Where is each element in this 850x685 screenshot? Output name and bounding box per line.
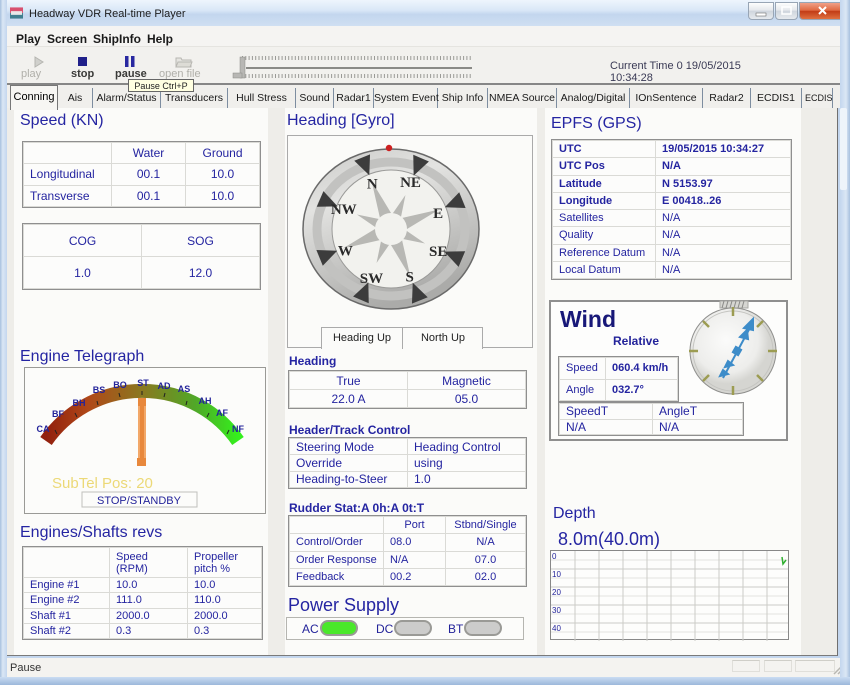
- svg-text:BF: BF: [52, 409, 64, 419]
- svg-text:40: 40: [552, 624, 561, 633]
- svg-text:0: 0: [552, 552, 557, 561]
- svg-text:NW: NW: [331, 202, 357, 218]
- svg-text:SubTel Pos: 20: SubTel Pos: 20: [52, 475, 153, 492]
- svg-text:STOP/STANDBY: STOP/STANDBY: [97, 495, 182, 507]
- svg-text:20: 20: [552, 588, 561, 597]
- svg-text:W: W: [338, 244, 353, 260]
- svg-text:E: E: [433, 206, 443, 222]
- svg-text:SW: SW: [360, 271, 383, 287]
- svg-text:SE: SE: [429, 244, 447, 260]
- svg-text:N: N: [367, 177, 378, 193]
- svg-text:AF: AF: [216, 408, 228, 418]
- svg-text:CA: CA: [37, 424, 50, 434]
- svg-text:AS: AS: [178, 384, 191, 394]
- svg-text:30: 30: [552, 606, 561, 615]
- svg-text:BH: BH: [73, 398, 86, 408]
- svg-text:NE: NE: [400, 175, 421, 191]
- svg-text:ST: ST: [137, 378, 149, 388]
- svg-text:AH: AH: [199, 396, 212, 406]
- svg-text:NF: NF: [232, 424, 244, 434]
- svg-text:10: 10: [552, 570, 561, 579]
- svg-text:BO: BO: [113, 380, 127, 390]
- svg-text:S: S: [406, 269, 414, 285]
- svg-text:AD: AD: [158, 381, 171, 391]
- svg-text:BS: BS: [93, 385, 106, 395]
